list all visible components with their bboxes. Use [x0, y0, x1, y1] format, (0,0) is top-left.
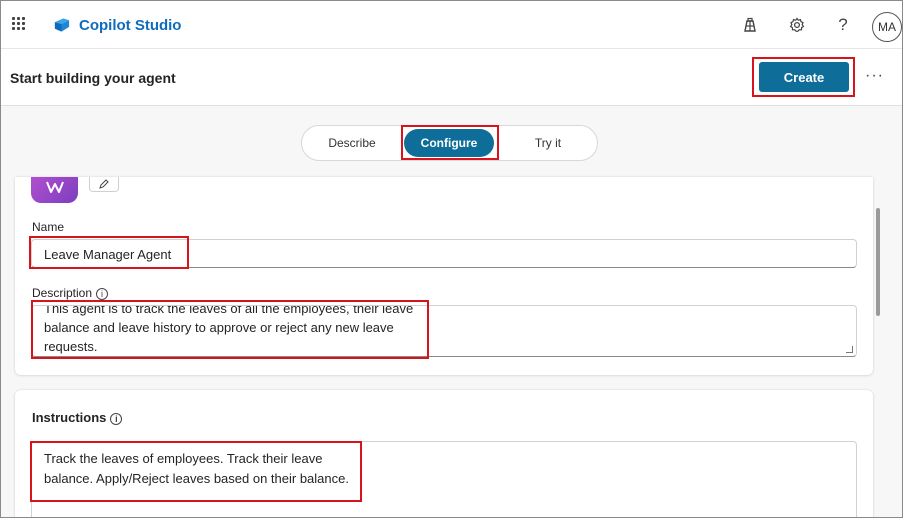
highlight-configure [401, 125, 499, 160]
agent-glyph-icon [46, 181, 64, 193]
instructions-field[interactable]: Track the leaves of employees. Track the… [31, 441, 857, 517]
create-button[interactable]: Create [759, 62, 849, 92]
tab-try-it[interactable]: Try it [498, 126, 598, 160]
description-value: This agent is to track the leaves of all… [44, 305, 414, 354]
page-title: Start building your agent [10, 70, 176, 86]
description-field[interactable]: This agent is to track the leaves of all… [31, 305, 857, 357]
app-window: Copilot Studio ? MA Start building your … [0, 0, 903, 518]
name-field[interactable]: Leave Manager Agent [31, 239, 857, 268]
instructions-label: Instructions i [32, 410, 123, 425]
description-label-text: Description [32, 286, 93, 300]
settings-icon[interactable] [786, 14, 808, 36]
top-app-bar: Copilot Studio ? MA [1, 1, 902, 49]
info-icon[interactable]: i [96, 287, 109, 300]
resize-handle-icon[interactable] [846, 346, 853, 353]
pencil-icon [99, 179, 109, 189]
instructions-label-text: Instructions [32, 410, 107, 425]
app-name[interactable]: Copilot Studio [79, 17, 181, 34]
scrollbar[interactable] [876, 208, 880, 316]
edit-icon-button[interactable] [89, 177, 119, 192]
environment-icon[interactable] [739, 14, 761, 36]
tab-describe[interactable]: Describe [302, 126, 402, 160]
agent-icon[interactable] [31, 177, 78, 203]
info-icon[interactable]: i [110, 412, 123, 425]
copilot-studio-logo [54, 18, 70, 32]
name-label: Name [32, 220, 65, 234]
instructions-value: Track the leaves of employees. Track the… [44, 451, 349, 486]
waffle-icon[interactable] [12, 17, 26, 31]
help-icon[interactable]: ? [832, 14, 854, 36]
page-header: Start building your agent Create ··· [1, 49, 902, 106]
name-value: Leave Manager Agent [44, 247, 172, 262]
description-label: Description i [32, 286, 109, 300]
avatar[interactable]: MA [872, 12, 902, 42]
more-options-icon[interactable]: ··· [865, 67, 884, 85]
help-glyph: ? [838, 15, 848, 34]
